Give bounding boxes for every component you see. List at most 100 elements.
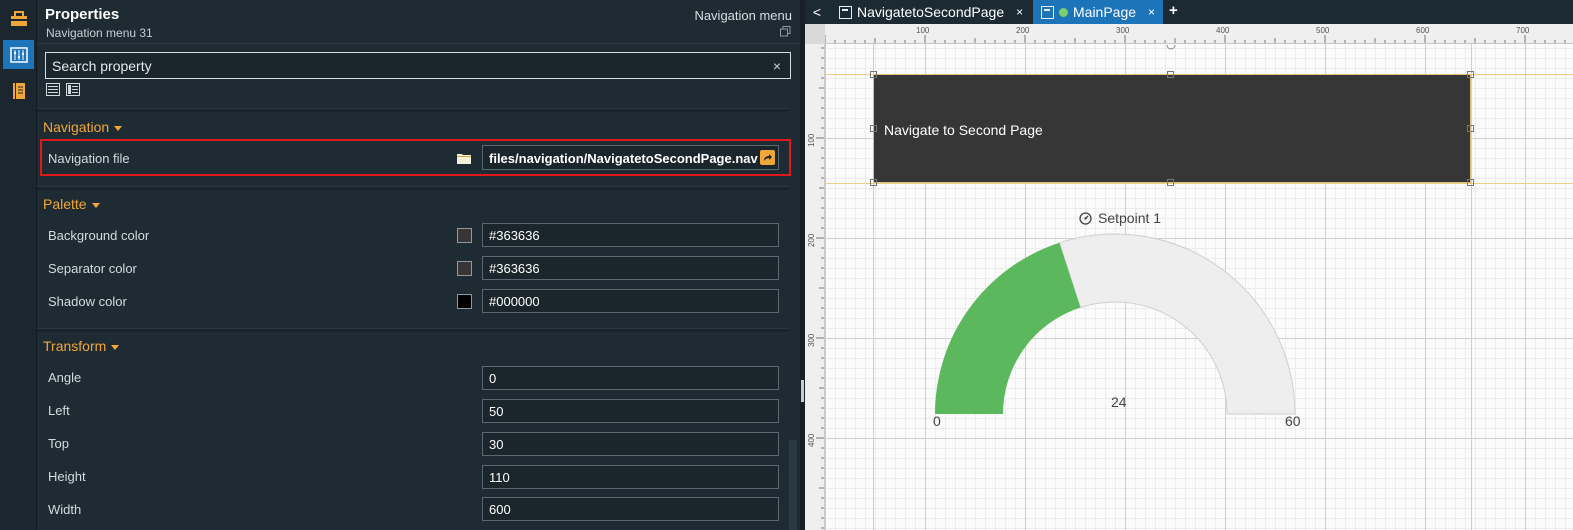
search-input[interactable]	[46, 53, 790, 78]
width-field[interactable]: 600	[482, 497, 779, 521]
angle-field[interactable]: 0	[482, 366, 779, 390]
shadow-color-field[interactable]: #000000	[482, 289, 779, 313]
ruler-top: 100 200 300 400 500 600 700	[805, 24, 1573, 44]
section-divider	[37, 186, 789, 190]
page-icon	[1041, 5, 1054, 19]
properties-panel-icon[interactable]	[3, 40, 34, 69]
tab-mainpage[interactable]: MainPage ×	[1033, 0, 1163, 24]
component-type: Navigation menu	[694, 8, 792, 23]
ruler-left: 100 200 300 400	[805, 24, 825, 530]
resize-handle[interactable]	[870, 125, 877, 132]
properties-panel: Properties Navigation menu 31 Navigation…	[37, 0, 800, 530]
resize-handle[interactable]	[1467, 179, 1474, 186]
gauge-track	[1058, 233, 1296, 415]
background-color-label: Background color	[48, 228, 150, 243]
ruler-label: 300	[1116, 26, 1130, 35]
separator-color-swatch[interactable]	[457, 261, 472, 276]
list-view-icon[interactable]	[46, 83, 60, 96]
open-file-icon[interactable]	[760, 150, 775, 165]
section-palette[interactable]: Palette	[43, 196, 100, 212]
nav-file-label: Navigation file	[48, 151, 130, 166]
shadow-color-label: Shadow color	[48, 294, 127, 309]
resize-handle[interactable]	[1167, 71, 1174, 78]
guide-line	[1471, 44, 1472, 530]
ruler-label: 500	[1316, 26, 1330, 35]
splitter-handle[interactable]	[801, 380, 804, 402]
background-color-field[interactable]: #363636	[482, 223, 779, 247]
left-toolbar	[0, 0, 37, 530]
height-field[interactable]: 110	[482, 465, 779, 489]
gauge-min-label: 0	[933, 413, 941, 429]
ruler-label: 100	[916, 26, 930, 35]
app-window: Properties Navigation menu 31 Navigation…	[0, 0, 1573, 530]
top-field[interactable]: 30	[482, 432, 779, 456]
top-label: Top	[48, 436, 69, 451]
resize-handle[interactable]	[1467, 125, 1474, 132]
close-icon[interactable]: ×	[1148, 5, 1155, 19]
toolbox-icon[interactable]	[3, 4, 34, 33]
shadow-color-swatch[interactable]	[457, 294, 472, 309]
add-tab-button[interactable]: +	[1169, 2, 1178, 19]
page-icon	[839, 5, 852, 19]
guide-line	[825, 183, 1573, 184]
view-mode-buttons	[46, 83, 80, 96]
tab-label: MainPage	[1073, 4, 1137, 20]
copy-icon[interactable]	[780, 26, 791, 37]
section-divider	[37, 108, 789, 112]
status-dot-icon	[1059, 7, 1068, 17]
ruler-label: 300	[807, 333, 816, 347]
tab-label: NavigatetoSecondPage	[857, 4, 1005, 20]
clear-search-icon[interactable]: ×	[773, 58, 781, 74]
editor-tabs: < NavigatetoSecondPage × MainPage × +	[805, 0, 1573, 24]
gauge-value: 24	[1111, 394, 1127, 410]
ruler-label: 400	[807, 433, 816, 447]
resize-handle[interactable]	[870, 71, 877, 78]
chevron-down-icon	[111, 344, 120, 350]
angle-label: Angle	[48, 370, 82, 385]
design-canvas[interactable]: 100 200 300 400 500 600 700 100 200 300 400 Navig…	[805, 24, 1573, 530]
ruler-top-ticks: 100 200 300 400 500 600 700	[824, 26, 1566, 43]
ruler-label: 600	[1416, 26, 1430, 35]
panel-header: Properties Navigation menu 31 Navigation…	[37, 0, 800, 44]
ruler-label: 200	[807, 233, 816, 247]
nav-file-value: files/navigation/NavigatetoSecondPage.na…	[489, 151, 758, 166]
category-view-icon[interactable]	[66, 83, 80, 96]
ruler-label: 700	[1516, 26, 1530, 35]
folder-icon[interactable]	[457, 152, 471, 164]
separator-color-field[interactable]: #363636	[482, 256, 779, 280]
nav-menu-item[interactable]: Navigate to Second Page	[884, 122, 1043, 138]
close-icon[interactable]: ×	[1016, 5, 1023, 19]
ruler-label: 100	[807, 133, 816, 147]
section-navigation-title: Navigation	[43, 119, 110, 135]
section-divider	[37, 328, 789, 332]
search-box: ×	[45, 52, 791, 79]
background-color-swatch[interactable]	[457, 228, 472, 243]
resize-handle[interactable]	[870, 179, 877, 186]
section-transform[interactable]: Transform	[43, 338, 120, 354]
width-label: Width	[48, 502, 82, 517]
rotate-handle[interactable]	[1166, 40, 1176, 50]
panel-title: Properties	[45, 6, 120, 23]
section-navigation[interactable]: Navigation	[43, 119, 123, 135]
tab-navigatetosecondpage[interactable]: NavigatetoSecondPage ×	[831, 0, 1029, 24]
chevron-down-icon	[91, 202, 100, 208]
resize-handle[interactable]	[1167, 179, 1174, 186]
panel-subtitle: Navigation menu 31	[46, 26, 153, 40]
nav-file-field[interactable]: files/navigation/NavigatetoSecondPage.na…	[482, 145, 779, 170]
ruler-left-ticks: 100 200 300 400	[807, 47, 824, 529]
height-label: Height	[48, 469, 86, 484]
navigation-menu-widget[interactable]: Navigate to Second Page	[873, 74, 1471, 183]
left-field[interactable]: 50	[482, 399, 779, 423]
ruler-label: 400	[1216, 26, 1230, 35]
notebook-icon[interactable]	[3, 76, 34, 105]
resize-handle[interactable]	[1467, 71, 1474, 78]
ruler-corner	[805, 24, 825, 44]
gauge-max-label: 60	[1285, 413, 1301, 429]
tabs-back-button[interactable]: <	[805, 0, 829, 24]
section-transform-title: Transform	[43, 338, 107, 354]
ruler-label: 200	[1016, 26, 1030, 35]
gauge-icon	[1079, 211, 1092, 225]
left-label: Left	[48, 403, 70, 418]
panel-scrollbar[interactable]	[789, 440, 797, 530]
section-palette-title: Palette	[43, 196, 87, 212]
